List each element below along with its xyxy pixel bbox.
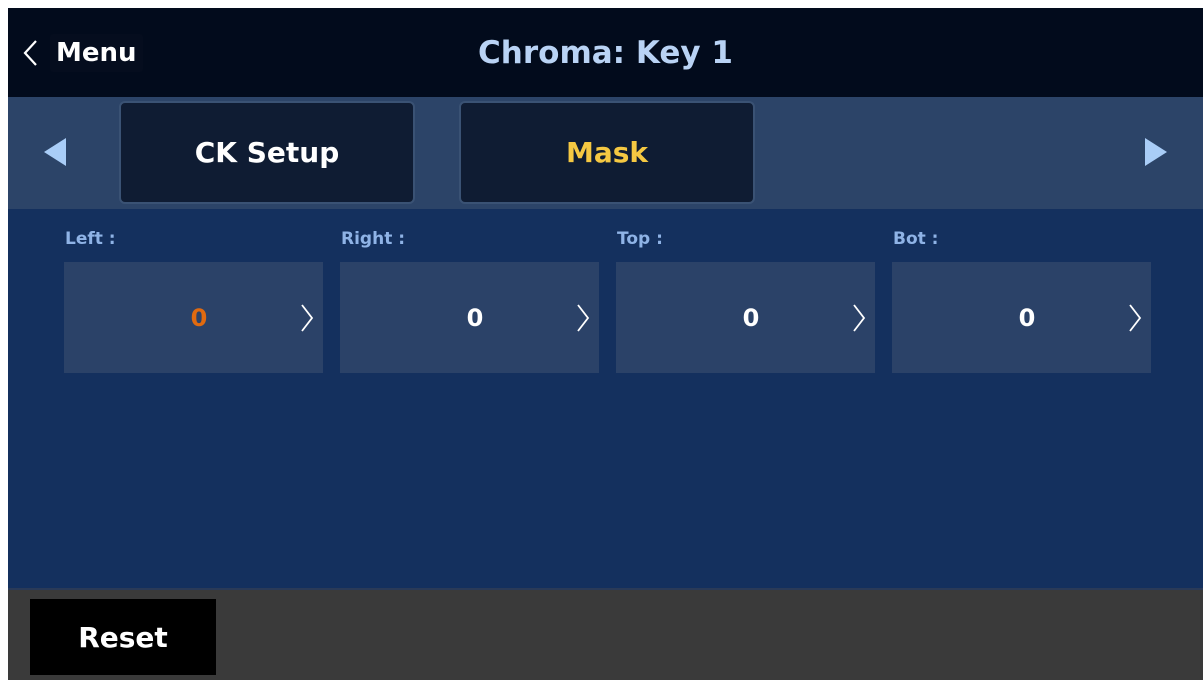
chevron-right-icon [301, 304, 314, 332]
reset-button[interactable]: Reset [30, 599, 216, 675]
bot-value: 0 [1018, 303, 1036, 332]
chevron-left-icon [23, 40, 37, 66]
bot-label: Bot : [893, 229, 939, 249]
triangle-left-icon[interactable] [40, 135, 70, 169]
tab-bar: CK Setup Mask [8, 97, 1203, 209]
top-label: Top : [617, 229, 663, 249]
bot-value-field[interactable]: 0 [892, 262, 1151, 373]
left-label: Left : [65, 229, 116, 249]
chevron-right-icon [853, 304, 866, 332]
back-menu-label: Menu [50, 34, 143, 72]
tab-mask[interactable]: Mask [459, 101, 755, 204]
chevron-right-icon [577, 304, 590, 332]
right-value-field[interactable]: 0 [340, 262, 599, 373]
right-value: 0 [466, 303, 484, 332]
right-label: Right : [341, 229, 406, 249]
chevron-right-icon [1129, 304, 1142, 332]
top-value: 0 [742, 303, 760, 332]
bottom-bar: Reset [8, 588, 1203, 680]
top-value-field[interactable]: 0 [616, 262, 875, 373]
chroma-key-screen: Menu Chroma: Key 1 CK Setup Mask Left : … [8, 8, 1203, 680]
tab-ck-setup[interactable]: CK Setup [119, 101, 415, 204]
back-menu-button[interactable]: Menu [20, 29, 166, 77]
left-value: 0 [190, 303, 208, 332]
page-title: Chroma: Key 1 [478, 34, 733, 71]
header-bar: Menu Chroma: Key 1 [8, 8, 1203, 97]
left-value-field[interactable]: 0 [64, 262, 323, 373]
triangle-right-icon[interactable] [1141, 135, 1171, 169]
